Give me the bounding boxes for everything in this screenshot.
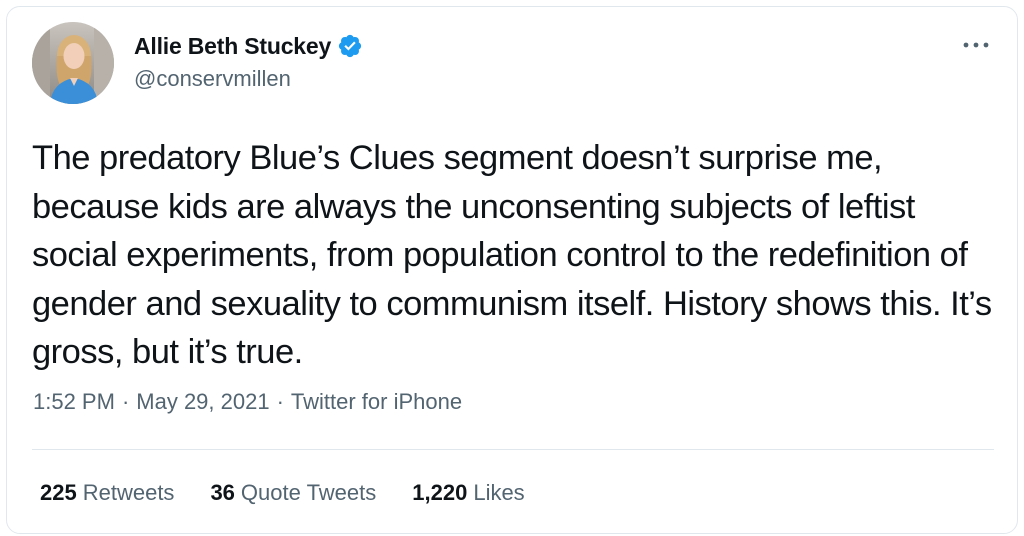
quote-tweets-stat[interactable]: 36 Quote Tweets: [210, 480, 376, 506]
author-handle[interactable]: @conservmillen: [134, 66, 291, 92]
meta-separator: ·: [121, 389, 130, 414]
tweet-time[interactable]: 1:52 PM: [33, 389, 115, 414]
likes-stat[interactable]: 1,220 Likes: [412, 480, 524, 506]
retweets-label: Retweets: [82, 480, 175, 505]
likes-label: Likes: [473, 480, 525, 505]
avatar[interactable]: [32, 22, 114, 104]
retweets-stat[interactable]: 225 Retweets: [40, 480, 174, 506]
tweet-date[interactable]: May 29, 2021: [136, 389, 269, 414]
avatar-image: [32, 22, 114, 104]
retweets-count: 225: [40, 480, 77, 505]
quote-tweets-count: 36: [210, 480, 235, 505]
quote-tweets-label: Quote Tweets: [240, 480, 377, 505]
meta-separator: ·: [276, 389, 284, 414]
verified-badge-icon: [337, 33, 363, 59]
likes-count: 1,220: [412, 480, 468, 505]
tweet-stats: 225 Retweets 36 Quote Tweets 1,220 Likes: [40, 480, 561, 506]
tweet-text: The predatory Blue’s Clues segment doesn…: [32, 139, 992, 371]
author-name-row[interactable]: Allie Beth Stuckey: [134, 30, 363, 62]
more-options-icon[interactable]: [958, 30, 994, 60]
tweet-meta: 1:52 PM · May 29, 2021 · Twitter for iPhone: [33, 389, 462, 415]
tweet-source-link[interactable]: Twitter for iPhone: [291, 389, 462, 414]
divider: [32, 449, 994, 450]
author-display-name[interactable]: Allie Beth Stuckey: [134, 33, 331, 60]
